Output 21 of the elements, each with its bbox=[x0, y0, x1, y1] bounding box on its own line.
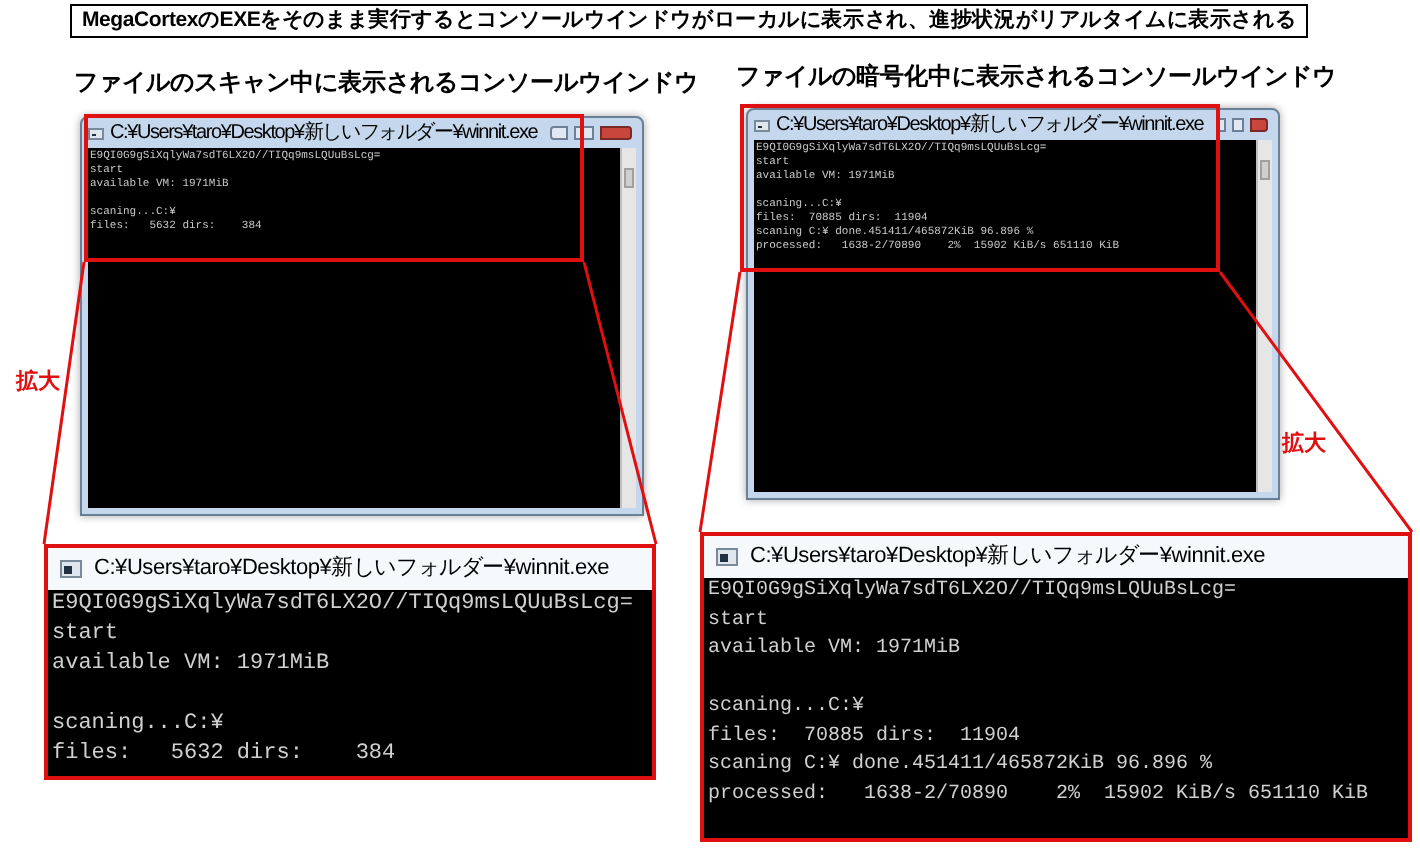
window-title: C:¥Users¥taro¥Desktop¥新しいフォルダー¥winnit.exe bbox=[94, 553, 610, 585]
console-line: start bbox=[708, 607, 771, 635]
console-line: E9QI0G9gSiXqlyWa7sdT6LX2O//TIQq9msLQUuBsLcg= bbox=[708, 578, 1239, 606]
section-heading: ファイルの暗号化中に表示されるコンソールウインドウ bbox=[736, 60, 1336, 94]
zoom-label: 拡大 bbox=[1282, 429, 1326, 460]
section-heading: ファイルのスキャン中に表示されるコンソールウインドウ bbox=[74, 66, 698, 100]
console-line: scaning C:¥ done.451411/465872KiB 96.896 % bbox=[708, 752, 1215, 780]
zoom-label: 拡大 bbox=[16, 367, 60, 398]
console-line: processed: 1638-2/70890 2% 15902 KiB/s 651110 KiB bbox=[708, 781, 1371, 809]
console-line: scaning...C:¥ bbox=[708, 694, 867, 722]
console-line: files: 5632 dirs: 384 bbox=[52, 740, 398, 770]
console-line: available VM: 1971MiB bbox=[52, 650, 332, 680]
window-title: C:¥Users¥taro¥Desktop¥新しいフォルダー¥winnit.exe bbox=[750, 541, 1266, 573]
console-line: files: 70885 dirs: 11904 bbox=[708, 723, 1023, 751]
figure-caption: MegaCortexのEXEをそのまま実行するとコンソールウインドウがローカルに表示され、進捗状況がリアルタイムに表示される bbox=[70, 4, 1309, 38]
console-line: available VM: 1971MiB bbox=[708, 636, 963, 664]
console-line: E9QI0G9gSiXqlyWa7sdT6LX2O//TIQq9msLQUuBsLcg= bbox=[52, 590, 635, 620]
console-line: start bbox=[52, 620, 121, 650]
window-title: C:¥Users¥taro¥Desktop¥新しいフォルダー¥winnit.exe bbox=[776, 113, 1204, 137]
console-line: scaning...C:¥ bbox=[52, 710, 226, 740]
window-title: C:¥Users¥taro¥Desktop¥新しいフォルダー¥winnit.exe bbox=[110, 121, 538, 145]
